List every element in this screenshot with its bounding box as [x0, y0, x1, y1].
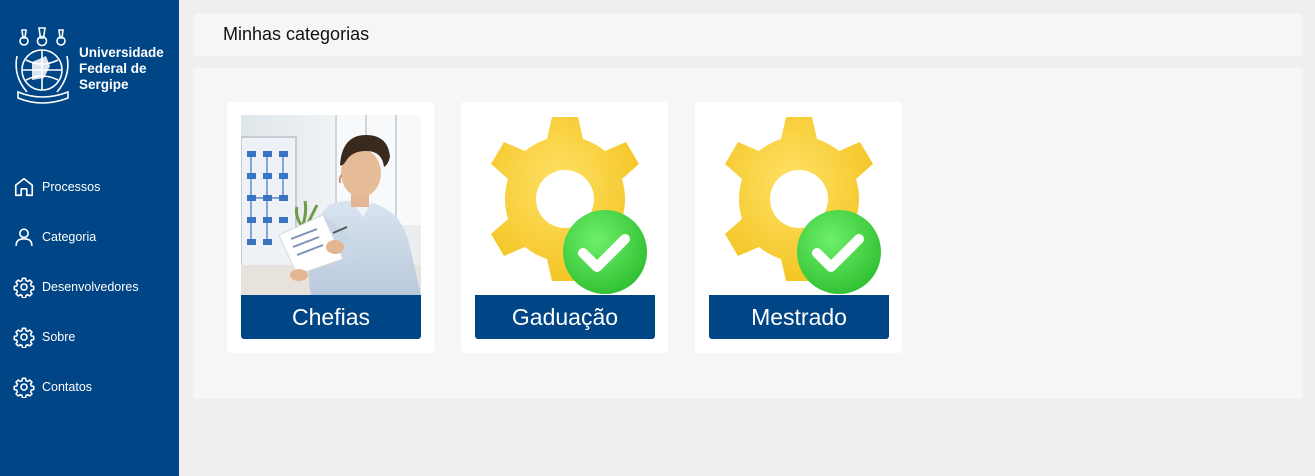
sidebar-nav: Processos Categoria Desenvolvedores Sobr…	[0, 162, 179, 412]
sidebar-item-sobre[interactable]: Sobre	[0, 312, 179, 362]
category-card-mestrado[interactable]: Mestrado	[695, 102, 902, 353]
user-icon	[15, 228, 33, 247]
category-card-graduacao[interactable]: Gaduação	[461, 102, 668, 353]
category-label: Mestrado	[709, 295, 889, 339]
university-logo[interactable]: Universidade Federal de Sergipe	[12, 26, 172, 106]
sidebar-item-categoria[interactable]: Categoria	[0, 212, 179, 262]
sidebar-item-label: Contatos	[42, 380, 93, 394]
sidebar-item-label: Desenvolvedores	[42, 280, 139, 294]
gear-icon	[13, 327, 35, 348]
page-header: Minhas categorias	[193, 13, 1303, 56]
gear-checkmark-icon	[709, 115, 889, 295]
sidebar-item-label: Processos	[42, 180, 101, 194]
university-name-line-2: Federal de	[79, 61, 147, 76]
gear-icon	[13, 377, 35, 398]
gear-icon	[13, 277, 35, 298]
category-label: Chefias	[241, 295, 421, 339]
sidebar-item-contatos[interactable]: Contatos	[0, 362, 179, 412]
category-label: Gaduação	[475, 295, 655, 339]
university-name-line-3: Sergipe	[79, 77, 129, 92]
categories-panel: Chefias Gaduação Mestrado	[193, 68, 1303, 399]
university-name: Universidade Federal de Sergipe	[79, 45, 174, 93]
sidebar-item-desenvolvedores[interactable]: Desenvolvedores	[0, 262, 179, 312]
sidebar-item-processos[interactable]: Processos	[0, 162, 179, 212]
category-card-chefias[interactable]: Chefias	[227, 102, 434, 353]
man-reading-document-photo	[241, 115, 421, 295]
sidebar-item-label: Sobre	[42, 330, 76, 344]
page-title: Minhas categorias	[223, 24, 370, 44]
ufs-crest-icon	[15, 27, 69, 104]
university-name-line-1: Universidade	[79, 45, 164, 60]
gear-checkmark-icon	[475, 115, 655, 295]
sidebar: Universidade Federal de Sergipe Processo…	[0, 0, 179, 476]
home-icon	[14, 177, 34, 197]
sidebar-item-label: Categoria	[42, 230, 97, 244]
